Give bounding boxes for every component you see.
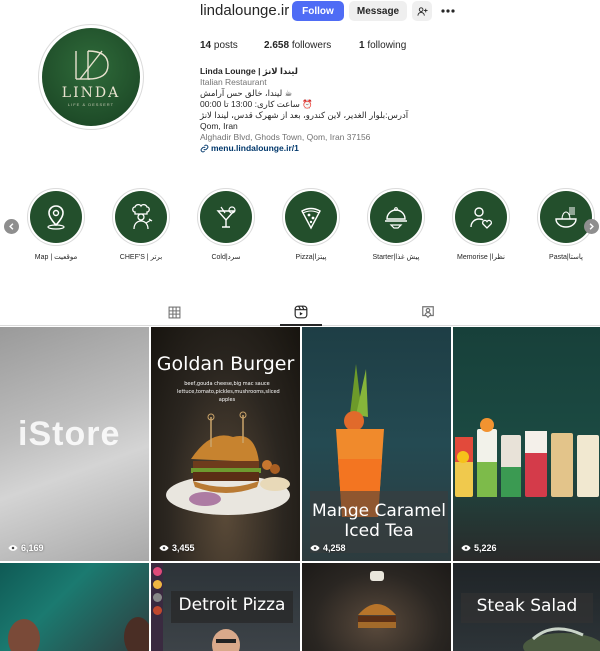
add-person-icon xyxy=(416,6,428,16)
reel-title: Goldan Burger xyxy=(156,353,295,375)
reel-title: Steak Salad xyxy=(476,596,578,616)
followers-stat[interactable]: 2.658 followers xyxy=(264,40,331,51)
reels-grid: iStore 6,169 Goldan Burger beef,gouda ch… xyxy=(0,327,600,651)
pizza-icon xyxy=(301,207,321,230)
bio-name: Linda Lounge | لیندا لانژ xyxy=(200,66,298,76)
grid-icon xyxy=(168,306,180,318)
avatar-logo: LINDA LIFE & DESSERT xyxy=(42,28,140,126)
more-options-icon[interactable] xyxy=(441,4,455,18)
tab-posts[interactable] xyxy=(166,304,182,320)
eye-icon xyxy=(310,545,320,551)
bio-link[interactable]: menu.lindalounge.ir/1 xyxy=(200,143,450,154)
follow-button[interactable]: Follow xyxy=(292,1,344,21)
highlight-pizza[interactable]: Pizza|پیتزا xyxy=(266,188,356,261)
chef-hat-shape xyxy=(370,571,384,581)
reel-tile[interactable] xyxy=(0,563,149,651)
reel-tile[interactable]: Mange Caramel Iced Tea 4,258 xyxy=(302,327,451,561)
reel-tile[interactable]: Goldan Burger beef,gouda cheese,big mac … xyxy=(151,327,300,561)
tagged-icon xyxy=(422,306,434,319)
burger-image xyxy=(166,411,290,515)
cocktail-icon xyxy=(216,206,236,228)
bio-line-2: ⏰ ساعت کاری: 13:00 تا 00:00 xyxy=(200,99,313,109)
highlight-memorise[interactable]: Memorise |نظرا xyxy=(436,188,526,261)
reel-tile[interactable]: Steak Salad xyxy=(453,563,600,651)
eye-icon xyxy=(461,545,471,551)
linda-logo-icon xyxy=(75,50,109,80)
tab-active-indicator xyxy=(280,324,322,326)
reel-views: 4,258 xyxy=(310,543,346,553)
eye-icon xyxy=(8,545,18,551)
color-strip xyxy=(151,563,163,651)
tab-tagged[interactable] xyxy=(420,304,436,320)
reel-tile[interactable] xyxy=(302,563,451,651)
reel-views: 5,226 xyxy=(461,543,497,553)
profile-bio: Linda Lounge | لیندا لانژ Italian Restau… xyxy=(200,66,450,154)
avatar-brand: LINDA xyxy=(61,85,121,101)
reel-views: 6,169 xyxy=(8,543,44,553)
reel-subtitle: beef,gouda cheese,big mac sauce lettuce,… xyxy=(177,381,280,403)
eye-icon xyxy=(159,545,169,551)
reel-tile[interactable]: iStore 6,169 xyxy=(0,327,149,561)
reels-icon xyxy=(294,305,308,319)
posts-stat[interactable]: 14 posts xyxy=(200,40,238,51)
bio-line-3: آدرس:بلوار الغدیر، لاین کندرو، بعد از شه… xyxy=(200,110,409,120)
message-button[interactable]: Message xyxy=(349,1,407,21)
reel-title: Mange Caramel Iced Tea xyxy=(312,501,446,541)
highlight-cold[interactable]: Cold|سرد xyxy=(181,188,271,261)
burger-image xyxy=(358,604,396,628)
reel-tile[interactable]: Detroit Pizza xyxy=(151,563,300,651)
person-image xyxy=(212,629,240,651)
highlight-starter[interactable]: Starter|پیش غذا xyxy=(351,188,441,261)
following-stat[interactable]: 1 following xyxy=(359,40,406,51)
person-heart-icon xyxy=(470,207,492,229)
map-pin-icon xyxy=(47,205,65,230)
drinks-image xyxy=(455,418,599,497)
pasta-icon xyxy=(555,207,577,228)
bio-line-1: ☕ لیندا، خالق حس آرامش xyxy=(200,88,293,98)
highlight-chefs[interactable]: CHEF'S | برتر xyxy=(96,188,186,261)
reel-views: 3,455 xyxy=(159,543,195,553)
link-icon xyxy=(200,144,209,153)
profile-avatar[interactable]: LINDA LIFE & DESSERT xyxy=(38,24,144,130)
tab-reels[interactable] xyxy=(293,304,309,320)
people-image xyxy=(8,617,149,651)
reel-title: Detroit Pizza xyxy=(178,595,286,615)
avatar-tagline: LIFE & DESSERT xyxy=(67,102,115,107)
bio-location: Qom, Iran xyxy=(200,121,238,131)
bio-address[interactable]: Alghadir Blvd, Ghods Town, Qom, Iran 371… xyxy=(200,132,450,143)
chef-icon xyxy=(132,203,153,230)
profile-username: lindalounge.ir xyxy=(200,2,290,19)
highlight-map[interactable]: Map | موقعیت xyxy=(11,188,101,261)
bio-category: Italian Restaurant xyxy=(200,77,267,87)
reel-overlay-text: iStore xyxy=(18,415,121,453)
cloche-icon xyxy=(385,207,407,229)
suggested-users-button[interactable] xyxy=(412,1,432,21)
reel-tile[interactable]: 5,226 xyxy=(453,327,600,561)
salad-image xyxy=(523,627,600,651)
highlights-next-button[interactable] xyxy=(584,219,599,234)
chevron-right-icon xyxy=(589,223,594,230)
